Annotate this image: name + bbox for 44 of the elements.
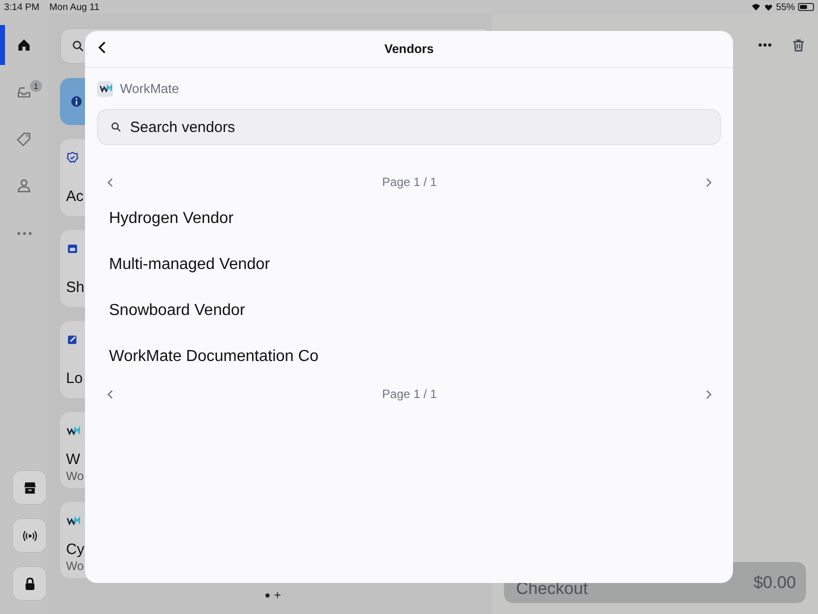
heart-icon	[764, 2, 773, 12]
brand-name: WorkMate	[120, 81, 179, 96]
person-icon	[16, 178, 32, 194]
count-badge: 1	[30, 80, 42, 92]
lock-button[interactable]	[12, 566, 47, 601]
home-icon	[16, 37, 32, 53]
add-page-button[interactable]: +	[274, 588, 282, 602]
store-button[interactable]	[12, 470, 47, 505]
card-title: Ac	[66, 188, 85, 206]
sidebar-tab[interactable]: 1	[0, 72, 48, 112]
card-title: Sh	[66, 279, 86, 297]
calendar-icon	[66, 242, 79, 255]
card-subtitle: Wo	[66, 559, 85, 574]
page-dot-icon	[264, 592, 271, 598]
page-label: Page 1 / 1	[382, 387, 437, 401]
trash-icon[interactable]	[791, 38, 806, 52]
battery-icon	[798, 3, 814, 11]
search-icon	[71, 39, 85, 53]
edit-icon	[66, 333, 79, 346]
more-icon	[16, 232, 32, 234]
store-icon	[22, 480, 38, 496]
info-icon	[70, 95, 83, 108]
vendor-item[interactable]: Multi-managed Vendor	[97, 242, 721, 288]
logo-icon	[66, 514, 80, 528]
card-title: Lo	[66, 370, 84, 388]
wifi-icon	[750, 2, 761, 12]
card-title: Cy	[66, 541, 86, 559]
logo-icon	[97, 80, 113, 96]
card-title: W	[66, 451, 82, 469]
status-time: 3:14 PM	[4, 2, 40, 12]
broadcast-button[interactable]	[12, 518, 47, 553]
badge-check-icon	[66, 151, 79, 164]
tag-icon	[16, 131, 32, 147]
search-field[interactable]: Search vendors	[97, 109, 721, 145]
status-date: Mon Aug 11	[49, 2, 100, 12]
vendor-item[interactable]: Hydrogen Vendor	[97, 196, 721, 242]
logo-icon	[66, 424, 80, 438]
page-label: Page 1 / 1	[382, 175, 437, 189]
search-icon	[110, 121, 122, 133]
vendor-item[interactable]: WorkMate Documentation Co	[97, 334, 721, 380]
vendor-item[interactable]: Snowboard Vendor	[97, 288, 721, 334]
battery-percent: 55%	[776, 2, 795, 12]
card-subtitle: Wo	[66, 469, 85, 484]
modal-title: Vendors	[384, 42, 434, 56]
